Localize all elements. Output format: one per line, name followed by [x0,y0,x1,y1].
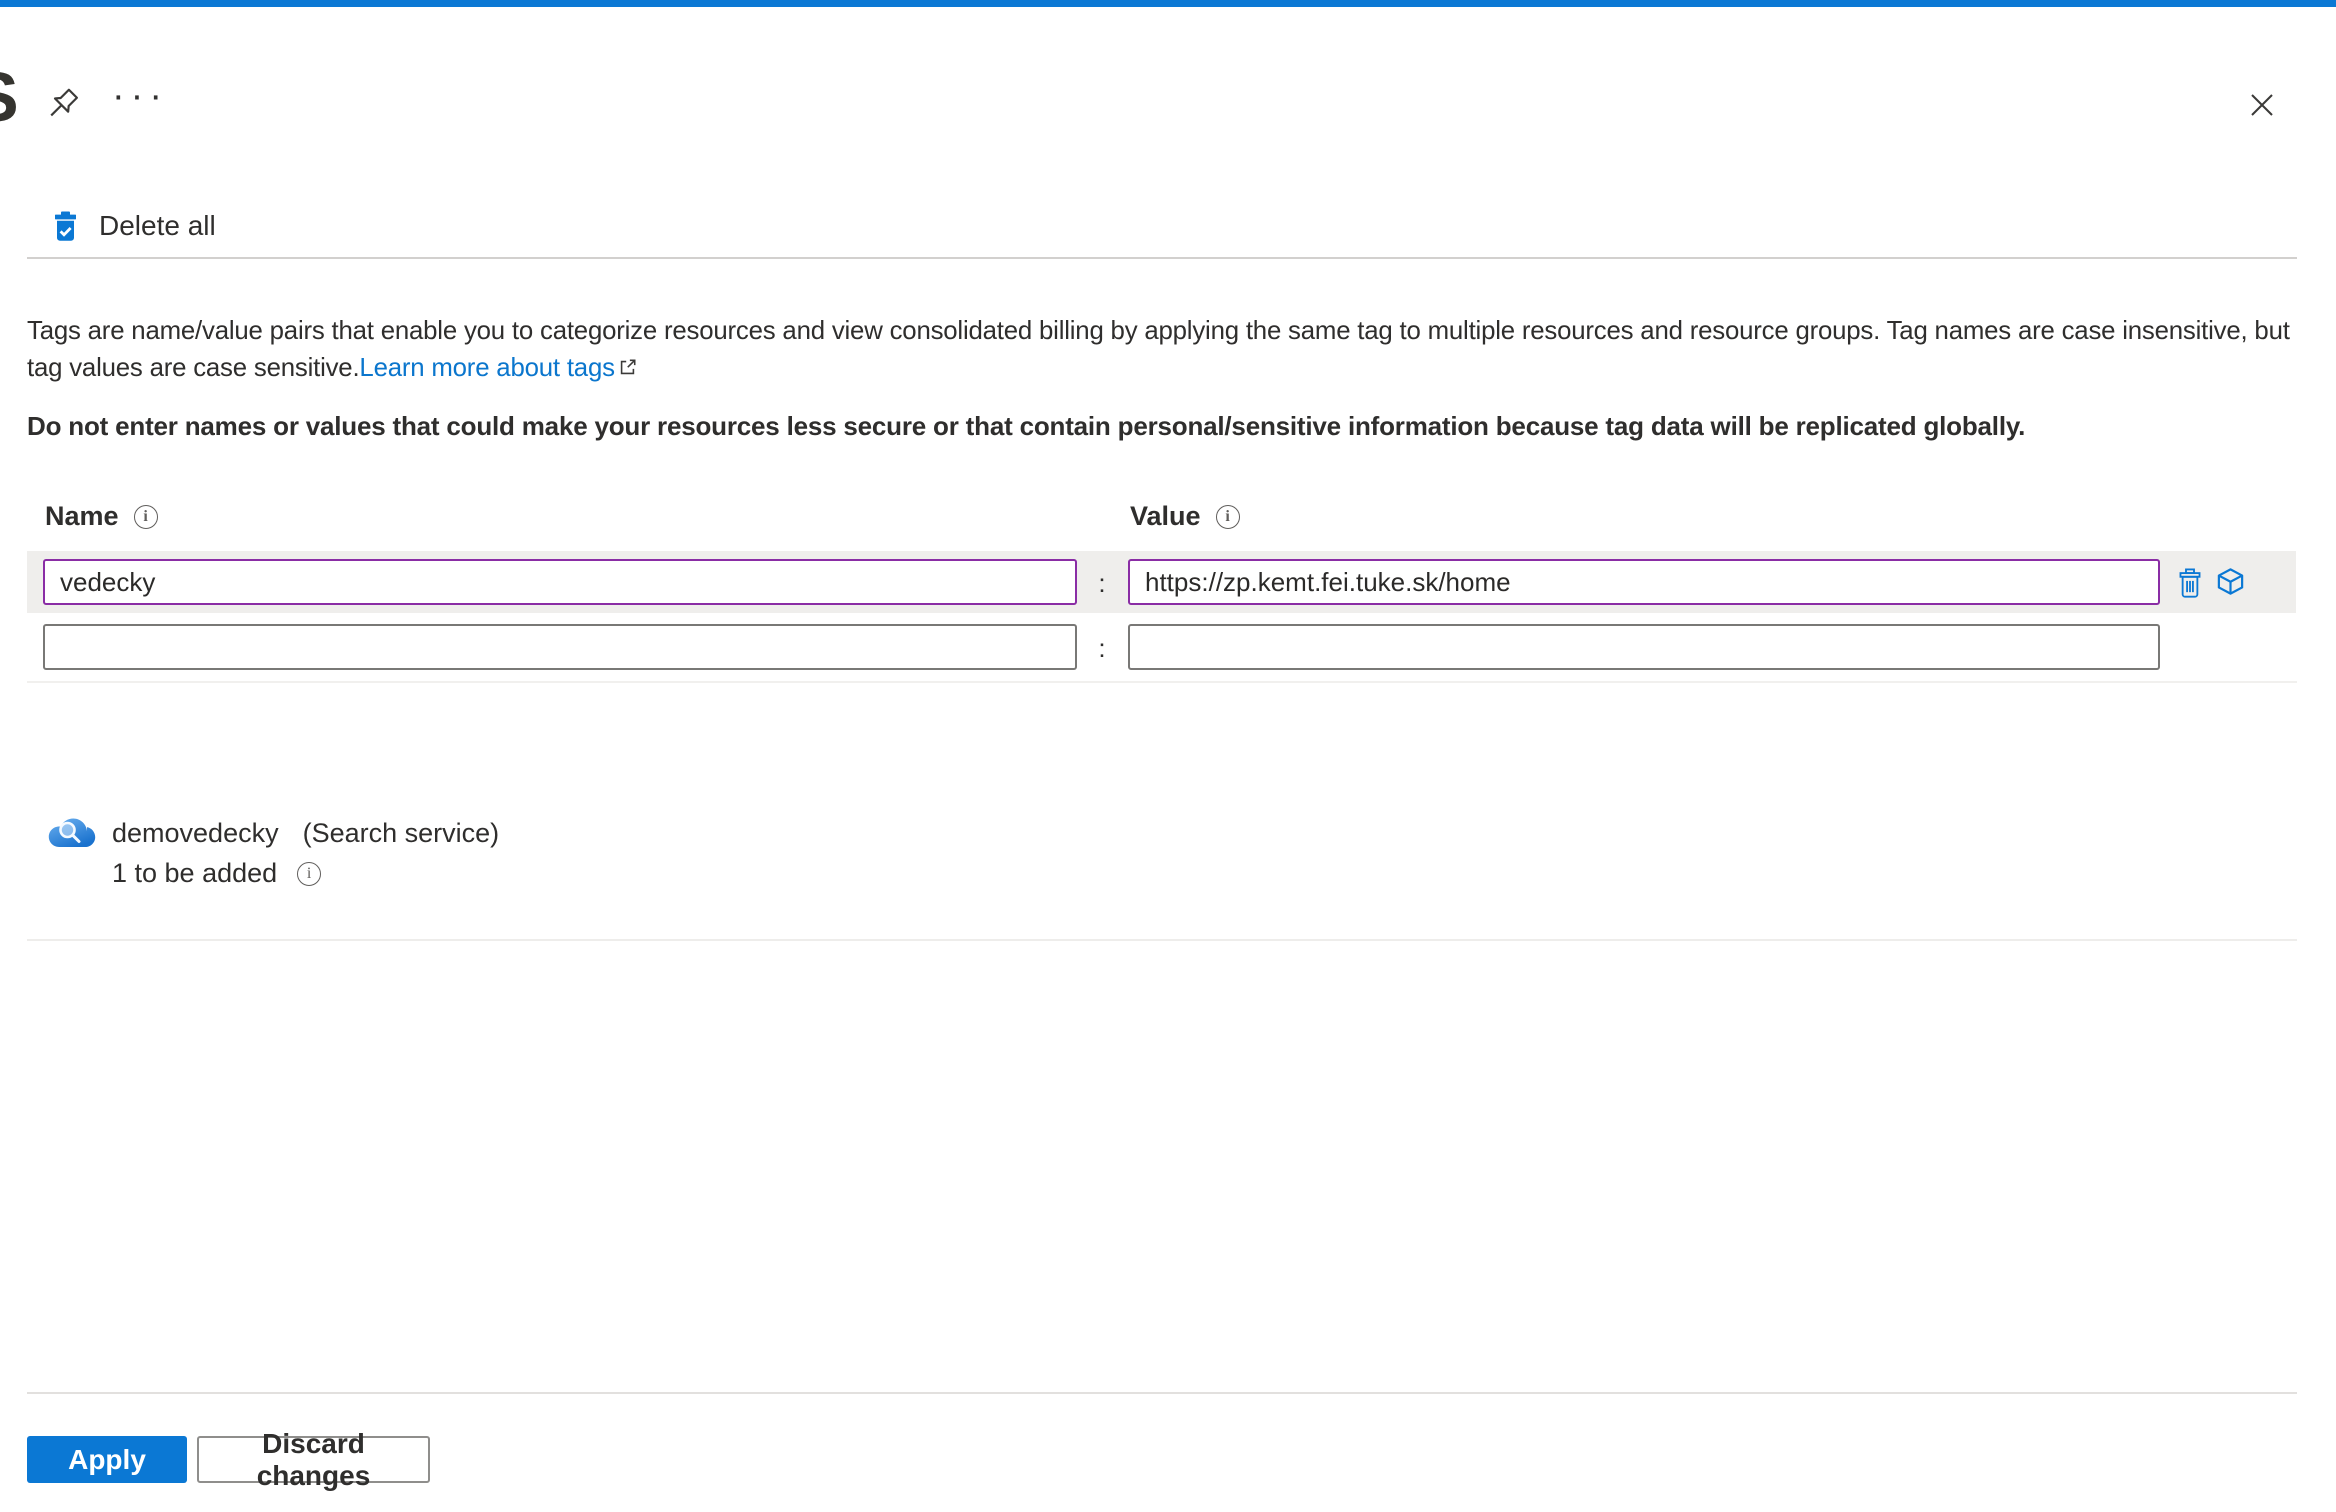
rows-divider [27,681,2297,683]
resource-type: (Search service) [302,818,500,848]
resource-divider [27,939,2297,941]
tag-value-input-row2[interactable] [1128,624,2160,670]
external-link-icon [620,359,636,375]
learn-more-link[interactable]: Learn more about tags [359,354,615,382]
name-column-header: Name i [45,501,158,532]
value-header-label: Value [1130,501,1201,531]
trash-icon [2179,567,2201,598]
pin-button[interactable] [40,84,86,130]
resource-name: demovedecky [112,818,279,848]
tag-value-input-row1[interactable] [1128,559,2160,605]
pending-info-icon[interactable]: i [297,861,322,886]
close-button[interactable] [2238,82,2286,128]
delete-tag-row-button[interactable] [2170,562,2210,604]
close-icon [2251,94,2273,116]
tag-name-input-row2[interactable] [43,624,1077,670]
apply-button[interactable]: Apply [27,1436,187,1483]
name-header-label: Name [45,501,119,531]
resource-pending-row: 1 to be added i [112,858,322,889]
toolbar-divider [27,257,2297,259]
tag-separator-row1: : [1098,568,1106,598]
delete-all-icon [55,211,76,241]
value-column-header: Value i [1130,501,1240,532]
tags-blade: S ··· Delete all Tags are name/value pai… [0,0,2336,1512]
security-warning: Do not enter names or values that could … [27,411,2026,441]
tags-description: Tags are name/value pairs that enable yo… [27,313,2315,387]
tag-separator-row2: : [1098,633,1106,663]
cube-icon [2217,567,2243,595]
footer-divider [27,1392,2297,1394]
resource-pending-label: 1 to be added [112,858,278,888]
resource-row: demovedecky (Search service) [112,818,499,849]
name-info-icon[interactable]: i [133,504,158,529]
value-info-icon[interactable]: i [1215,504,1240,529]
discard-changes-button[interactable]: Discard changes [197,1428,430,1491]
top-accent-bar [0,0,2336,7]
resource-scope-button[interactable] [2210,560,2250,602]
ellipsis-icon: ··· [112,75,168,118]
search-service-icon [48,814,96,860]
delete-all-button[interactable]: Delete all [52,202,216,250]
tag-name-input-row1[interactable] [43,559,1077,605]
pin-icon [50,88,78,117]
page-title-partial: S [0,62,19,132]
more-options-button[interactable]: ··· [112,75,168,128]
delete-all-label: Delete all [99,210,216,241]
